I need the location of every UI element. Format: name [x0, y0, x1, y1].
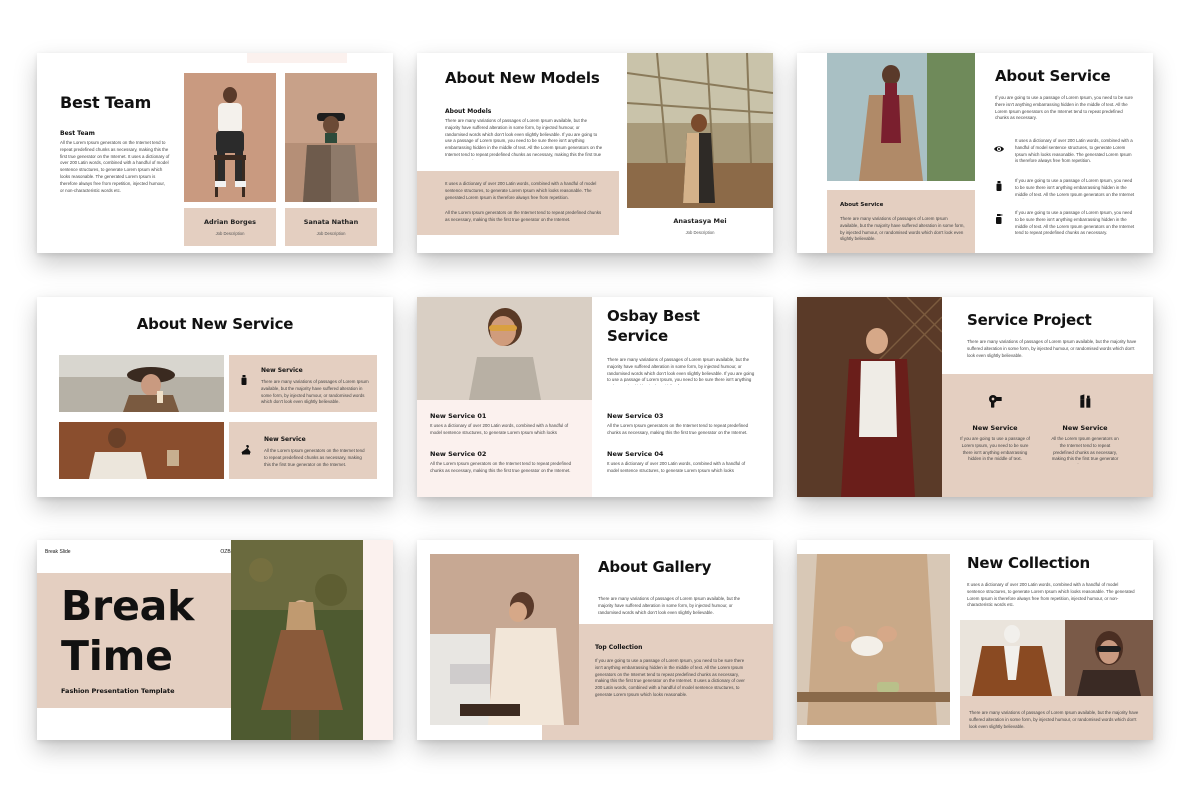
service-item-text: It uses a dictionary of over 200 Latin w…	[1015, 138, 1133, 164]
team-member-name: Adrian Borges	[204, 218, 256, 226]
project-photo	[797, 297, 942, 497]
gallery-box-text: If you are going to use a passage of Lor…	[595, 658, 745, 697]
slide-title: Service Project	[967, 311, 1092, 329]
slide-title-line-2: Service	[607, 327, 668, 345]
service-photo-1	[59, 355, 224, 412]
break-label: Break Slide	[45, 549, 71, 555]
collection-photo-main	[797, 554, 950, 725]
spray-bottle-icon	[993, 213, 1005, 225]
break-photo	[231, 540, 363, 740]
collection-panel-text: There are many variations of passages of…	[969, 710, 1139, 729]
slide-best-team: Best Team Best Team All the Lorem Ipsum …	[37, 53, 393, 253]
slide-intro-text: If you are going to use a passage of Lor…	[995, 95, 1133, 121]
slide-about-gallery: About Gallery There are many variations …	[417, 540, 773, 740]
slide-title: Best Team	[60, 93, 152, 112]
project-item-text: If you are going to use a passage of Lor…	[960, 436, 1030, 462]
slide-new-collection: New Collection It uses a dictionary of o…	[797, 540, 1153, 740]
slide-intro-text: There are many variations of passages of…	[607, 357, 755, 385]
slide-break-time: Break Slide OZBAY Break Time Fashion Pre…	[37, 540, 393, 740]
team-member-name: Sanata Nathan	[303, 218, 359, 226]
service-text: All the Lorem Ipsum generators on the In…	[607, 423, 749, 435]
slide-about-service: About Service There are many variations …	[797, 53, 1153, 253]
service-box-title: About Service	[840, 202, 884, 208]
service-text: All the Lorem Ipsum generators on the In…	[430, 461, 572, 473]
service-text: It uses a dictionary of over 200 Latin w…	[430, 423, 569, 437]
slide-subtitle: Best Team	[60, 130, 95, 137]
panel-text: It uses a dictionary of over 200 Latin w…	[445, 181, 597, 200]
service-card-title: New Service	[264, 436, 306, 443]
slide-title-line-1: Osbay Best	[607, 307, 700, 325]
slide-title: About Gallery	[598, 558, 712, 576]
team-member-role: Job Description	[316, 231, 346, 236]
slide-title: New Collection	[967, 554, 1090, 572]
service-text: It uses a dictionary of over 200 Latin w…	[607, 461, 746, 475]
team-photo-1	[184, 73, 276, 202]
model-name: Anastasya Mei	[673, 217, 727, 225]
team-card-1	[184, 208, 276, 246]
team-member-role: Job Description	[215, 231, 245, 236]
slide-service-project: Service Project There are many variation…	[797, 297, 1153, 497]
collection-photo-2	[960, 620, 1065, 696]
break-title-line-1: Break	[61, 582, 195, 630]
service-photo-2	[59, 422, 224, 479]
slide-intro-text: There are many variations of passages of…	[967, 339, 1137, 358]
bottle-icon	[238, 374, 250, 386]
service-item-text: If you are going to use a passage of Lor…	[1015, 178, 1135, 199]
service-title: New Service 04	[607, 450, 664, 458]
slide-about-new-service: About New Service New Service There are …	[37, 297, 393, 497]
hanger-icon	[240, 444, 252, 456]
slide-osbay-best-service: Osbay Best Service There are many variat…	[417, 297, 773, 497]
service-box-text: There are many variations of passages of…	[840, 216, 965, 242]
hair-dryer-icon	[987, 393, 1003, 409]
team-photo-2	[285, 73, 377, 202]
gallery-photo	[430, 554, 579, 725]
bottle-icon	[993, 180, 1005, 192]
service-card-text: There are many variations of passages of…	[261, 379, 369, 405]
team-card-2	[285, 208, 377, 246]
eye-icon	[993, 143, 1005, 155]
service-photo	[827, 53, 975, 181]
decor-block	[247, 53, 347, 63]
gallery-box-title: Top Collection	[595, 644, 643, 651]
service-photo	[417, 297, 592, 400]
lipstick-icon	[1077, 393, 1093, 409]
project-item-title: New Service	[972, 424, 1018, 432]
slide-body-text: All the Lorem Ipsum generators on the In…	[60, 140, 170, 193]
service-item-text: If you are going to use a passage of Lor…	[1015, 210, 1135, 236]
slide-title: About New Service	[136, 315, 294, 333]
slide-about-new-models: About New Models About Models There are …	[417, 53, 773, 253]
project-item-text: All the Lorem Ipsum generators on the In…	[1051, 436, 1119, 464]
slide-title: About Service	[995, 67, 1111, 85]
break-subtitle: Fashion Presentation Template	[61, 687, 175, 695]
decor-strip	[363, 540, 393, 740]
collection-photo-3	[1065, 620, 1153, 696]
service-title: New Service 02	[430, 450, 487, 458]
service-card-text: All the Lorem Ipsum generators on the In…	[264, 448, 365, 467]
service-title: New Service 01	[430, 412, 487, 420]
model-role: Job Description	[685, 230, 715, 235]
service-card-title: New Service	[261, 367, 303, 374]
slide-body-text: There are many variations of passages of…	[445, 118, 603, 160]
slide-intro-text: There are many variations of passages of…	[598, 596, 741, 615]
slide-title: About New Models	[445, 69, 600, 87]
project-item-title: New Service	[1062, 424, 1108, 432]
panel-text: All the Lorem Ipsum generators on the In…	[445, 210, 602, 222]
slide-intro-text: It uses a dictionary of over 200 Latin w…	[967, 582, 1135, 608]
model-photo	[627, 53, 773, 208]
service-title: New Service 03	[607, 412, 664, 420]
break-title-line-2: Time	[61, 632, 173, 680]
slide-subtitle: About Models	[445, 108, 492, 115]
